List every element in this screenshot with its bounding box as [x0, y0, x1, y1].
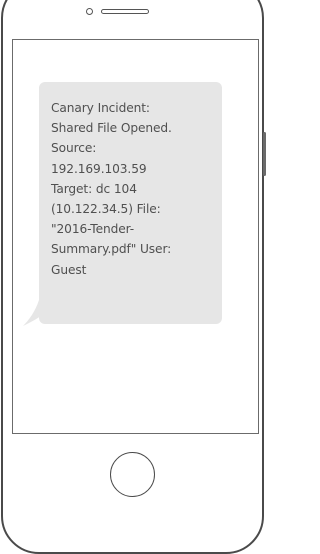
home-button[interactable]	[110, 452, 155, 497]
speaker-icon	[101, 9, 149, 14]
phone-side-button	[263, 132, 266, 176]
message-bubble: Canary Incident: Shared File Opened. Sou…	[39, 82, 222, 324]
front-sensor-icon	[86, 8, 93, 15]
message-text: Canary Incident: Shared File Opened. Sou…	[51, 101, 172, 277]
